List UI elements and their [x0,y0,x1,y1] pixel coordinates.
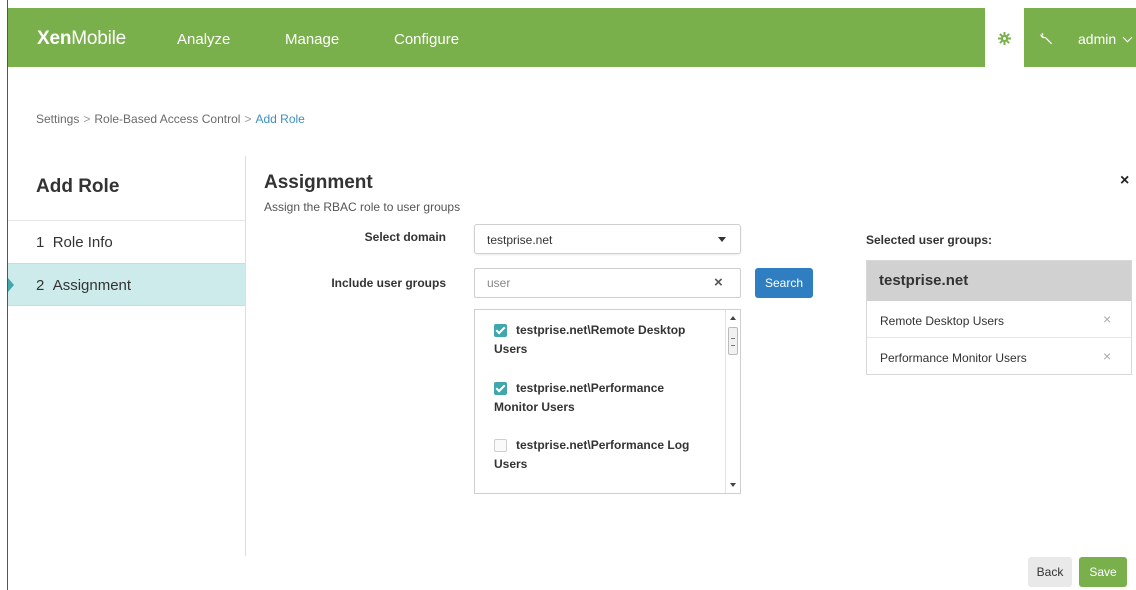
admin-username: admin [1078,31,1117,47]
group-name-line2: Users [494,457,528,471]
top-nav-bar: XenMobile Analyze Manage Configure admin [8,8,1136,67]
settings-tab[interactable] [985,8,1024,67]
panel-divider [245,156,246,556]
gear-icon [998,32,1011,45]
list-item[interactable]: testprise.net\Performance Log Users [494,436,699,473]
selected-domain-name: testprise.net [879,272,969,289]
wrench-icon[interactable] [1039,31,1055,47]
group-name-line2: Users [494,342,528,356]
step-number: 1 [36,234,45,251]
remove-icon[interactable]: × [1103,311,1111,327]
clear-icon[interactable]: × [714,274,723,291]
list-item[interactable]: testprise.net\Remote Desktop Users [494,321,699,358]
selected-domain-header: testprise.net [867,261,1131,301]
group-name-line1: testprise.net\Remote Desktop [516,323,686,337]
selected-group-row: Performance Monitor Users × [867,339,1131,375]
breadcrumb-settings[interactable]: Settings [36,112,79,126]
breadcrumb-current: Add Role [255,112,305,126]
checkbox-checked[interactable] [494,382,507,395]
group-name-line1: testprise.net\Performance Log [516,438,690,452]
scroll-thumb[interactable] [728,327,738,355]
breadcrumb-separator: > [244,112,252,126]
domain-label: Select domain [364,230,446,244]
group-search-input[interactable] [474,268,741,298]
nav-configure[interactable]: Configure [394,31,459,48]
step-label: Role Info [52,234,113,251]
save-button[interactable]: Save [1079,557,1127,587]
group-name-line2: Monitor Users [494,400,575,414]
nav-manage[interactable]: Manage [285,31,339,48]
checkbox-checked[interactable] [494,324,507,337]
include-groups-label: Include user groups [331,276,446,290]
back-button[interactable]: Back [1028,557,1072,587]
page-title: Assignment [264,172,373,193]
nav-analyze[interactable]: Analyze [177,31,230,48]
list-item[interactable]: testprise.net\Performance Monitor Users [494,379,699,416]
domain-select[interactable]: testprise.net [474,224,741,254]
breadcrumb: Settings > Role-Based Access Control > Add R… [36,112,305,126]
step-label: Assignment [52,277,132,294]
active-step-marker [8,278,14,292]
domain-select-value: testprise.net [487,233,553,247]
step-number: 2 [36,277,45,294]
user-group-list: testprise.net\Remote Desktop Users testp… [474,309,741,494]
caret-down-icon [718,237,726,242]
step-assignment[interactable]: 2 Assignment [8,263,245,306]
checkbox-unchecked[interactable] [494,439,507,452]
admin-user-menu[interactable]: admin [1078,31,1133,47]
chevron-down-icon [1122,32,1133,43]
group-name-line1: testprise.net\Performance [516,381,665,395]
scroll-up-arrow-icon[interactable] [730,316,736,320]
selected-group-name: Performance Monitor Users [880,351,1027,365]
page-subtitle: Assign the RBAC role to user groups [264,200,461,214]
remove-icon[interactable]: × [1103,348,1111,364]
selected-groups-panel: testprise.net Remote Desktop Users × Per… [866,260,1132,375]
step-role-info[interactable]: 1 Role Info [8,220,245,263]
breadcrumb-separator: > [83,112,91,126]
list-scrollbar[interactable] [725,310,740,493]
selected-group-name: Remote Desktop Users [880,314,1005,328]
search-button[interactable]: Search [755,268,813,298]
wizard-title: Add Role [36,176,120,197]
selected-group-row: Remote Desktop Users × [867,302,1131,338]
scroll-down-arrow-icon[interactable] [730,483,736,487]
breadcrumb-rbac[interactable]: Role-Based Access Control [94,112,240,126]
close-icon[interactable]: × [1120,172,1129,190]
selected-groups-label: Selected user groups: [866,233,993,247]
xenmobile-logo[interactable]: XenMobile [37,28,126,50]
